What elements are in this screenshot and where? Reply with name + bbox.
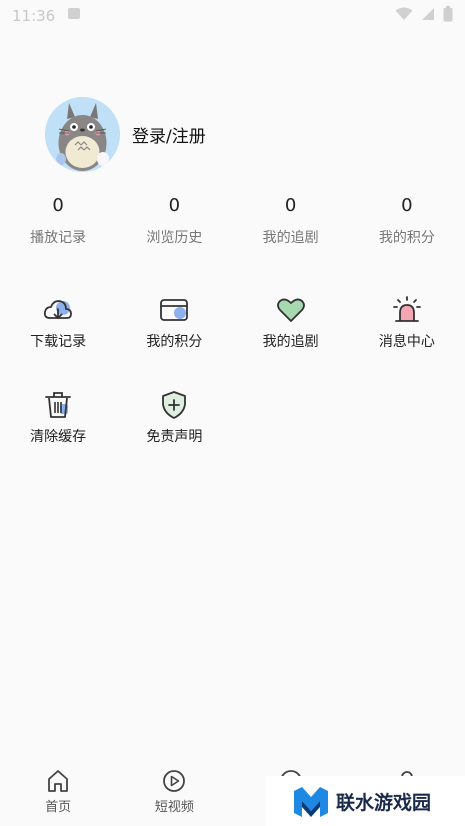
login-register-link[interactable]: 登录/注册 <box>132 122 206 147</box>
stat-browse-history[interactable]: 0 浏览历史 <box>116 195 232 247</box>
nav-label: 首页 <box>45 800 72 815</box>
trash-icon <box>42 389 74 421</box>
avatar[interactable] <box>45 97 120 172</box>
menu-item-my-points[interactable]: 我的积分 <box>116 294 232 351</box>
menu-item-label: 免责声明 <box>146 429 203 445</box>
wifi-icon <box>395 7 413 25</box>
menu-item-label: 下载记录 <box>30 334 87 350</box>
watermark-text: 联水游戏园 <box>336 791 432 814</box>
stat-my-points[interactable]: 0 我的积分 <box>349 195 465 247</box>
menu-item-download-records[interactable]: 下载记录 <box>0 294 116 351</box>
totoro-avatar-image <box>45 97 120 172</box>
menu-item-label: 我的追剧 <box>262 334 319 350</box>
home-icon <box>45 768 71 794</box>
watermark-logo: 联水游戏园 <box>266 776 465 826</box>
play-circle-icon <box>161 768 187 794</box>
heart-icon <box>275 294 307 326</box>
menu-item-disclaimer[interactable]: 免责声明 <box>116 389 232 446</box>
watermark-m-logo-icon <box>294 787 328 817</box>
alarm-icon <box>391 294 423 326</box>
stat-value: 0 <box>52 195 64 216</box>
menu-item-my-follows[interactable]: 我的追剧 <box>233 294 349 351</box>
signal-icon <box>421 7 435 25</box>
stat-value: 0 <box>284 195 297 216</box>
cloud-download-icon <box>42 294 74 326</box>
menu-item-label: 清除缓存 <box>30 429 87 445</box>
profile-header[interactable]: 登录/注册 <box>45 97 206 172</box>
menu-row: 清除缓存 免责声明 <box>0 389 465 446</box>
menu-item-clear-cache[interactable]: 清除缓存 <box>0 389 116 446</box>
nav-tab-short-video[interactable]: 短视频 <box>116 762 232 826</box>
stat-value: 0 <box>168 195 181 216</box>
battery-icon <box>443 6 453 26</box>
stat-play-history[interactable]: 0 播放记录 <box>0 195 116 247</box>
shield-plus-icon <box>158 389 190 421</box>
status-time: 11:36 <box>12 7 56 25</box>
stat-my-follows[interactable]: 0 我的追剧 <box>233 195 349 247</box>
stat-label: 我的积分 <box>378 230 435 246</box>
menu-item-label: 消息中心 <box>378 334 435 350</box>
nav-label: 短视频 <box>154 800 194 815</box>
stat-value: 0 <box>401 195 413 216</box>
card-icon <box>158 294 190 326</box>
menu-row: 下载记录 我的积分 我的追剧 消息中心 <box>0 294 465 351</box>
stat-label: 浏览历史 <box>146 230 203 246</box>
stats-bar: 0 播放记录 0 浏览历史 0 我的追剧 0 我的积分 <box>0 195 465 247</box>
stat-label: 我的追剧 <box>262 230 319 246</box>
menu-item-label: 我的积分 <box>146 334 203 350</box>
status-bar: 11:36 <box>0 0 465 32</box>
stat-label: 播放记录 <box>30 230 87 246</box>
nav-tab-home[interactable]: 首页 <box>0 762 116 826</box>
menu-item-message-center[interactable]: 消息中心 <box>349 294 465 351</box>
notification-icon <box>67 7 81 25</box>
